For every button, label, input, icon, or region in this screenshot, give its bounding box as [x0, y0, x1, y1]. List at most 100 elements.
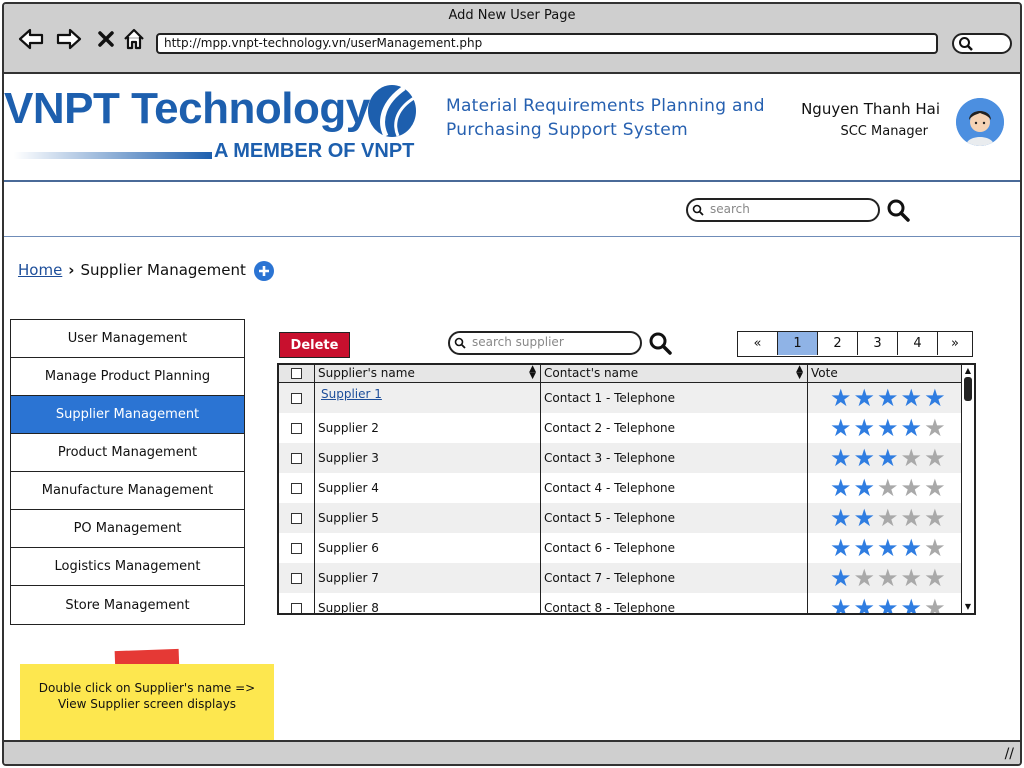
pager-first-button[interactable]: « [738, 332, 778, 355]
forward-icon[interactable] [56, 26, 82, 52]
row-checkbox[interactable] [291, 452, 302, 464]
table-row[interactable]: Supplier 8 Contact 8 - Telephone ★ ★ ★ ★ ★ [279, 593, 963, 613]
star-filled-icon[interactable]: ★ [854, 476, 876, 500]
breadcrumb-home-link[interactable]: Home [18, 261, 62, 279]
pager-page-2[interactable]: 2 [818, 332, 858, 355]
star-filled-icon[interactable]: ★ [877, 596, 899, 613]
star-rating[interactable]: ★ ★ ★ ★ ★ [808, 596, 946, 613]
star-filled-icon[interactable]: ★ [830, 476, 852, 500]
star-filled-icon[interactable]: ★ [830, 536, 852, 560]
star-empty-icon[interactable]: ★ [924, 416, 946, 440]
pager-last-button[interactable]: » [938, 332, 972, 355]
star-empty-icon[interactable]: ★ [924, 566, 946, 590]
sidebar-item-manage-product-planning[interactable]: Manage Product Planning [11, 358, 244, 396]
column-header-supplier-name[interactable]: Supplier's name ▲ ▼ [315, 365, 541, 382]
star-rating[interactable]: ★ ★ ★ ★ ★ [808, 506, 946, 530]
scroll-up-icon[interactable]: ▲ [963, 366, 973, 376]
row-checkbox[interactable] [291, 482, 302, 494]
star-filled-icon[interactable]: ★ [854, 536, 876, 560]
resize-grip-icon[interactable]: // [1005, 746, 1014, 762]
supplier-name[interactable]: Supplier 2 [318, 421, 379, 435]
pager-page-4[interactable]: 4 [898, 332, 938, 355]
star-rating[interactable]: ★ ★ ★ ★ ★ [808, 566, 946, 590]
table-row[interactable]: Supplier 3 Contact 3 - Telephone ★ ★ ★ ★ ★ [279, 443, 963, 473]
supplier-name[interactable]: Supplier 3 [318, 451, 379, 465]
avatar[interactable] [956, 98, 1004, 146]
star-filled-icon[interactable]: ★ [877, 536, 899, 560]
star-empty-icon[interactable]: ★ [877, 506, 899, 530]
star-filled-icon[interactable]: ★ [854, 386, 876, 410]
table-row[interactable]: Supplier 1 Contact 1 - Telephone ★ ★ ★ ★ ★ [279, 383, 963, 413]
add-supplier-button[interactable] [254, 261, 274, 285]
delete-button[interactable]: Delete [279, 332, 350, 358]
table-row[interactable]: Supplier 5 Contact 5 - Telephone ★ ★ ★ ★ ★ [279, 503, 963, 533]
star-filled-icon[interactable]: ★ [854, 416, 876, 440]
star-filled-icon[interactable]: ★ [830, 566, 852, 590]
scroll-down-icon[interactable]: ▼ [963, 602, 973, 612]
star-rating[interactable]: ★ ★ ★ ★ ★ [808, 446, 946, 470]
select-all-checkbox[interactable] [291, 368, 302, 379]
home-icon[interactable] [121, 26, 147, 52]
supplier-name[interactable]: Supplier 4 [318, 481, 379, 495]
star-rating[interactable]: ★ ★ ★ ★ ★ [808, 536, 946, 560]
close-icon[interactable] [93, 26, 119, 52]
supplier-name-link[interactable]: Supplier 1 [321, 387, 382, 401]
star-filled-icon[interactable]: ★ [901, 536, 923, 560]
sidebar-item-supplier-management[interactable]: Supplier Management [11, 396, 244, 434]
star-filled-icon[interactable]: ★ [901, 386, 923, 410]
star-empty-icon[interactable]: ★ [924, 536, 946, 560]
supplier-name[interactable]: Supplier 7 [318, 571, 379, 585]
row-checkbox[interactable] [291, 602, 302, 613]
star-empty-icon[interactable]: ★ [877, 566, 899, 590]
star-filled-icon[interactable]: ★ [877, 416, 899, 440]
star-empty-icon[interactable]: ★ [924, 596, 946, 613]
sidebar-item-product-management[interactable]: Product Management [11, 434, 244, 472]
sidebar-item-logistics-management[interactable]: Logistics Management [11, 548, 244, 586]
star-filled-icon[interactable]: ★ [877, 386, 899, 410]
row-checkbox[interactable] [291, 572, 302, 584]
star-empty-icon[interactable]: ★ [924, 476, 946, 500]
supplier-name[interactable]: Supplier 5 [318, 511, 379, 525]
row-checkbox[interactable] [291, 542, 302, 554]
star-filled-icon[interactable]: ★ [830, 416, 852, 440]
star-empty-icon[interactable]: ★ [924, 506, 946, 530]
star-empty-icon[interactable]: ★ [901, 506, 923, 530]
browser-search-box[interactable] [952, 33, 1012, 54]
table-row[interactable]: Supplier 6 Contact 6 - Telephone ★ ★ ★ ★ ★ [279, 533, 963, 563]
sort-icon[interactable]: ▲ ▼ [796, 365, 803, 381]
star-empty-icon[interactable]: ★ [924, 446, 946, 470]
table-scrollbar[interactable]: ▲ ▼ [961, 365, 974, 613]
star-rating[interactable]: ★ ★ ★ ★ ★ [808, 386, 946, 410]
back-icon[interactable] [18, 26, 44, 52]
address-bar[interactable]: http://mpp.vnpt-technology.vn/userManage… [156, 33, 938, 54]
sort-icon[interactable]: ▲ ▼ [529, 365, 536, 381]
supplier-name[interactable]: Supplier 6 [318, 541, 379, 555]
row-checkbox[interactable] [291, 512, 302, 524]
row-checkbox[interactable] [291, 392, 302, 404]
sidebar-item-user-management[interactable]: User Management [11, 320, 244, 358]
sidebar-item-po-management[interactable]: PO Management [11, 510, 244, 548]
star-filled-icon[interactable]: ★ [901, 416, 923, 440]
supplier-search-input[interactable]: search supplier [448, 331, 642, 355]
column-header-contact-name[interactable]: Contact's name ▲ ▼ [541, 365, 808, 382]
star-filled-icon[interactable]: ★ [877, 446, 899, 470]
star-empty-icon[interactable]: ★ [901, 566, 923, 590]
pager-page-1[interactable]: 1 [778, 332, 818, 355]
star-rating[interactable]: ★ ★ ★ ★ ★ [808, 476, 946, 500]
sidebar-item-store-management[interactable]: Store Management [11, 586, 244, 624]
table-row[interactable]: Supplier 7 Contact 7 - Telephone ★ ★ ★ ★ ★ [279, 563, 963, 593]
star-filled-icon[interactable]: ★ [830, 386, 852, 410]
star-empty-icon[interactable]: ★ [901, 476, 923, 500]
star-filled-icon[interactable]: ★ [854, 596, 876, 613]
header-search-input[interactable]: search [686, 198, 880, 222]
table-row[interactable]: Supplier 4 Contact 4 - Telephone ★ ★ ★ ★ ★ [279, 473, 963, 503]
star-filled-icon[interactable]: ★ [924, 386, 946, 410]
header-search-button[interactable] [886, 198, 910, 226]
supplier-search-button[interactable] [648, 331, 672, 359]
star-filled-icon[interactable]: ★ [854, 506, 876, 530]
star-empty-icon[interactable]: ★ [854, 566, 876, 590]
supplier-name[interactable]: Supplier 8 [318, 601, 379, 613]
star-filled-icon[interactable]: ★ [830, 596, 852, 613]
star-filled-icon[interactable]: ★ [830, 446, 852, 470]
star-filled-icon[interactable]: ★ [830, 506, 852, 530]
